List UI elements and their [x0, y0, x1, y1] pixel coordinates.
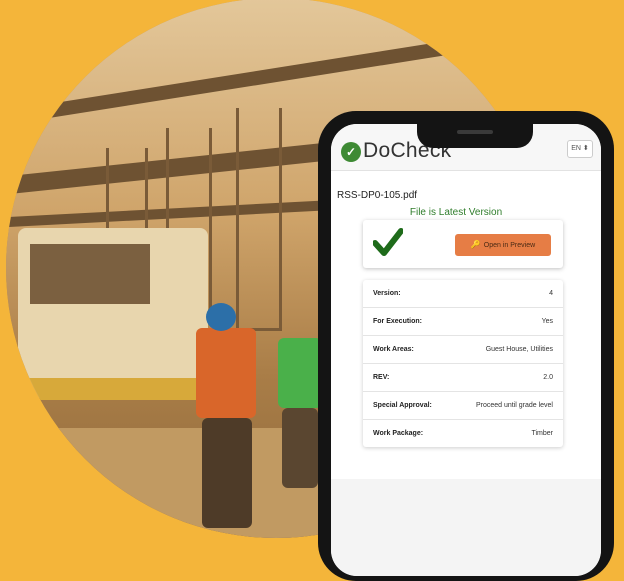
phone-notch — [417, 124, 533, 148]
status-card: 🔑 Open in Preview — [363, 220, 563, 268]
table-row: REV: 2.0 — [363, 364, 563, 392]
phone-screen: ✓ DoCheck EN ⬍ RSS-DP0-105.pdf File is L… — [331, 124, 601, 576]
version-status: File is Latest Version — [409, 207, 503, 218]
phone-device: ✓ DoCheck EN ⬍ RSS-DP0-105.pdf File is L… — [318, 111, 614, 581]
table-row: Work Package: Timber — [373, 430, 553, 437]
check-icon — [373, 228, 403, 256]
worker-green-vest — [278, 338, 322, 408]
truck — [18, 228, 218, 400]
table-row: Work Areas: Guest House, Utilities — [363, 336, 563, 364]
open-in-preview-button[interactable]: 🔑 Open in Preview — [455, 234, 551, 256]
worker-orange-vest — [196, 328, 256, 418]
table-row: Special Approval: Proceed until grade le… — [363, 392, 563, 420]
key-icon: 🔑 — [470, 240, 481, 249]
table-row: Version: 4 — [363, 280, 563, 308]
language-selector[interactable]: EN ⬍ — [567, 140, 593, 158]
details-table: Version: 4 For Execution: Yes Work Areas… — [363, 280, 563, 447]
logo-icon: ✓ — [341, 142, 361, 162]
screen-footer-area — [331, 479, 601, 576]
document-filename: RSS-DP0-105.pdf — [337, 190, 418, 201]
table-row: For Execution: Yes — [363, 308, 563, 336]
